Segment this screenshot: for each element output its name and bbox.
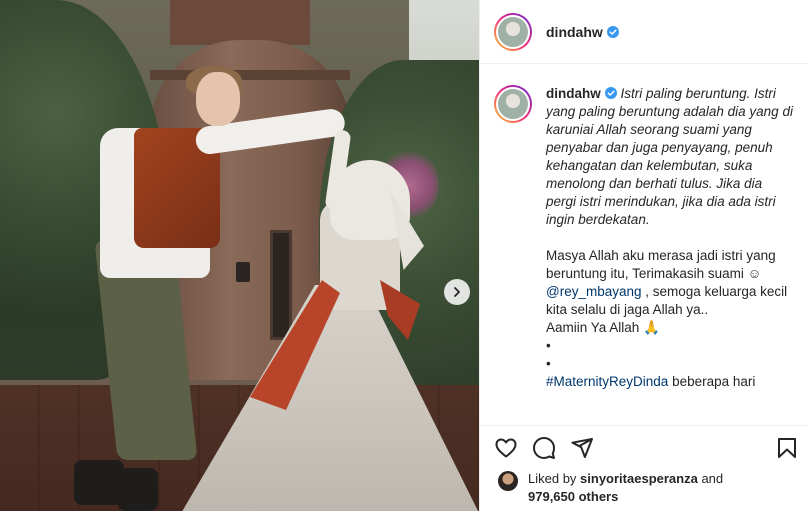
hashtag-link[interactable]: #MaternityReyDinda	[546, 374, 668, 389]
photo-window	[270, 230, 292, 340]
avatar[interactable]	[494, 85, 532, 123]
post-username[interactable]: dindahw	[546, 24, 619, 40]
bookmark-icon[interactable]	[775, 436, 799, 460]
likes-count[interactable]: 979,650 others	[528, 489, 618, 504]
liked-by: Liked by sinyoritaesperanza and 979,650 …	[498, 470, 723, 506]
send-icon[interactable]	[570, 436, 594, 460]
comment-icon[interactable]	[532, 436, 556, 460]
caption-bullet: •	[546, 338, 551, 353]
photo-man-boot	[118, 468, 158, 511]
photo-man-boot	[74, 460, 124, 505]
post-side-panel: dindahw dindahw Istri paling beruntung. …	[479, 0, 809, 511]
username-text[interactable]: dindahw	[546, 24, 603, 40]
liked-by-prefix: Liked by	[528, 471, 577, 486]
photo-man-head	[196, 72, 240, 126]
avatar[interactable]	[498, 471, 518, 491]
verified-badge-icon	[604, 87, 617, 99]
liked-by-user[interactable]: sinyoritaesperanza	[580, 471, 698, 486]
mention-link[interactable]: @rey_mbayang	[546, 284, 642, 299]
caption-text: dindahw Istri paling beruntung. Istri ya…	[546, 85, 794, 425]
carousel-next-button[interactable]	[444, 279, 470, 305]
photo-building	[170, 0, 310, 45]
caption-paragraph: Masya Allah aku merasa jadi istri yang b…	[546, 248, 776, 281]
liked-by-and: and	[701, 471, 724, 486]
caption-username[interactable]: dindahw	[546, 86, 601, 101]
caption-paragraph: beberapa hari	[672, 374, 756, 389]
photo-lamp	[236, 262, 250, 282]
post-photo[interactable]	[0, 0, 479, 511]
caption-area: dindahw Istri paling beruntung. Istri ya…	[480, 65, 809, 425]
caption-amin: Aamiin Ya Allah 🙏	[546, 320, 660, 335]
caption-line: Istri paling beruntung. Istri yang palin…	[546, 86, 793, 227]
avatar[interactable]	[494, 12, 532, 51]
caption-bullet: •	[546, 356, 551, 371]
photo-tower-band	[150, 70, 350, 80]
post-header: dindahw	[480, 0, 809, 64]
chevron-right-icon	[454, 287, 460, 297]
post-actions: Liked by sinyoritaesperanza and 979,650 …	[480, 425, 809, 511]
verified-badge-icon	[606, 25, 619, 38]
heart-icon[interactable]	[494, 436, 518, 460]
